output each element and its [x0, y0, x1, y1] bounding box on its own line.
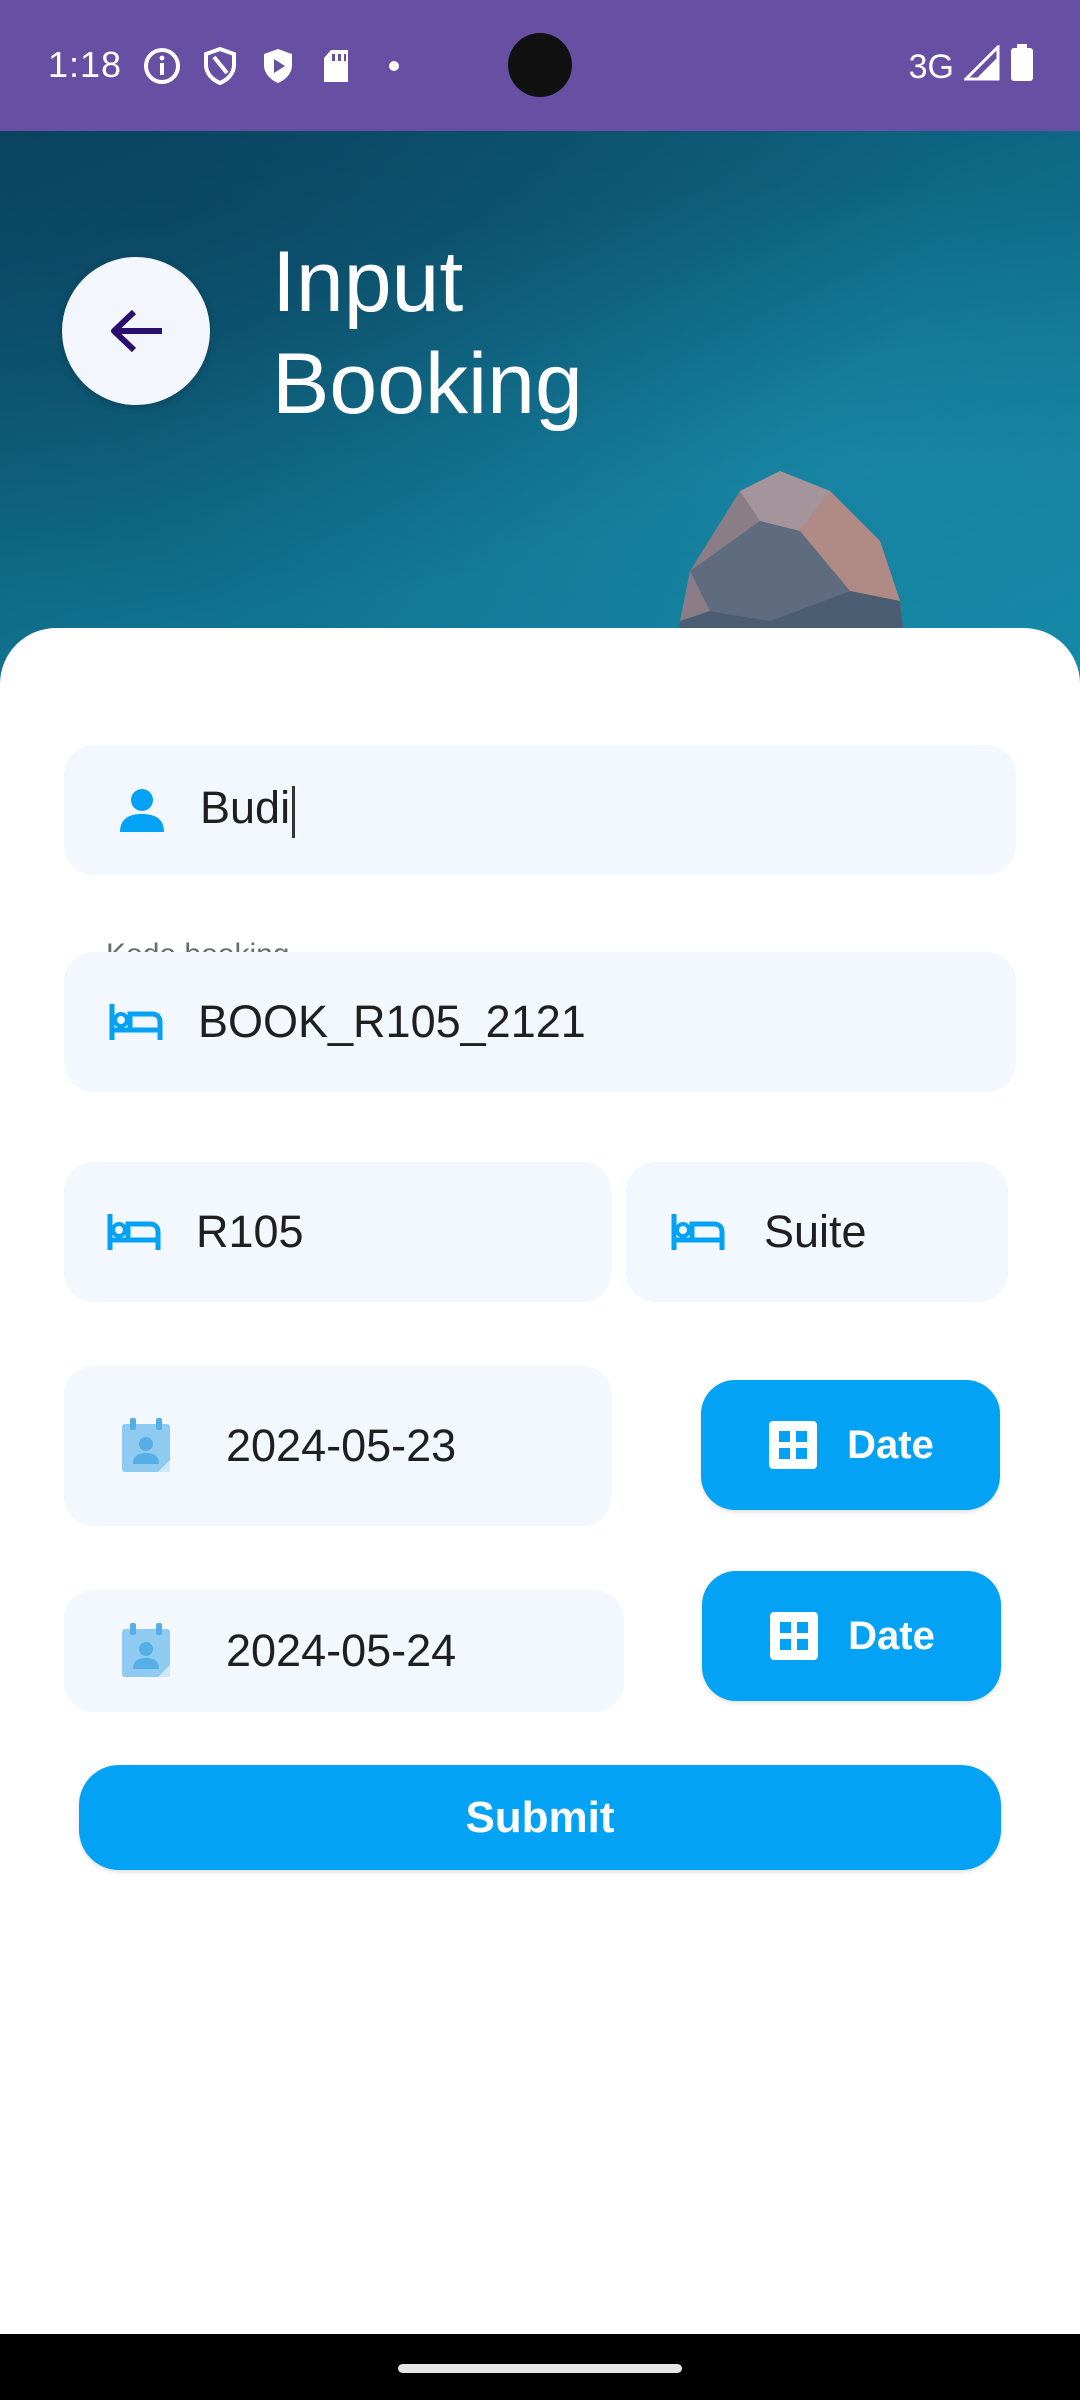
- room-number-field[interactable]: R105: [64, 1162, 612, 1302]
- booking-code-field[interactable]: BOOK_R105_2121: [64, 952, 1016, 1092]
- dot-icon: [374, 46, 414, 86]
- room-number-value: R105: [196, 1206, 304, 1257]
- battery-icon: [1010, 44, 1034, 91]
- header-image: Input Booking: [0, 131, 1080, 691]
- shield-icon: [200, 46, 240, 86]
- check-out-date-field[interactable]: 2024-05-24: [64, 1590, 624, 1712]
- check-in-date-button-label: Date: [847, 1422, 934, 1467]
- submit-button-label: Submit: [465, 1792, 615, 1842]
- status-icons-right: 3G: [908, 43, 1034, 91]
- signal-icon: [962, 43, 1000, 90]
- bed-icon: [104, 1202, 164, 1262]
- bed-icon: [668, 1202, 728, 1262]
- sd-card-icon: [316, 46, 356, 86]
- check-in-date-value: 2024-05-23: [226, 1420, 457, 1471]
- status-icons-left: [142, 46, 414, 86]
- check-out-date-button[interactable]: Date: [702, 1571, 1001, 1701]
- person-icon: [112, 780, 172, 840]
- calendar-icon: [116, 1621, 176, 1681]
- grid-icon: [767, 1419, 819, 1471]
- check-in-date-button[interactable]: Date: [701, 1380, 1000, 1510]
- camera-cutout: [508, 33, 572, 97]
- name-value: Budi: [200, 782, 296, 838]
- submit-button[interactable]: Submit: [79, 1765, 1001, 1870]
- bed-icon: [106, 992, 166, 1052]
- room-type-field[interactable]: Suite: [626, 1162, 1008, 1302]
- arrow-left-icon: [111, 309, 162, 353]
- room-type-value: Suite: [764, 1206, 867, 1257]
- status-time: 1:18: [48, 44, 123, 85]
- info-icon: [142, 46, 182, 86]
- home-gesture-handle[interactable]: [398, 2364, 682, 2373]
- check-out-date-value: 2024-05-24: [226, 1625, 457, 1676]
- check-in-date-field[interactable]: 2024-05-23: [64, 1366, 612, 1526]
- booking-code-value: BOOK_R105_2121: [198, 996, 586, 1047]
- status-bar: 1:18 3G: [0, 0, 1080, 131]
- text-caret: [292, 785, 296, 838]
- back-button[interactable]: [62, 257, 210, 405]
- check-out-date-button-label: Date: [848, 1613, 935, 1658]
- page-title: Input Booking: [272, 234, 583, 432]
- play-protect-icon: [258, 46, 298, 86]
- network-type: 3G: [908, 48, 954, 86]
- grid-icon: [768, 1610, 820, 1662]
- calendar-icon: [116, 1416, 176, 1476]
- name-field[interactable]: Budi: [64, 745, 1016, 875]
